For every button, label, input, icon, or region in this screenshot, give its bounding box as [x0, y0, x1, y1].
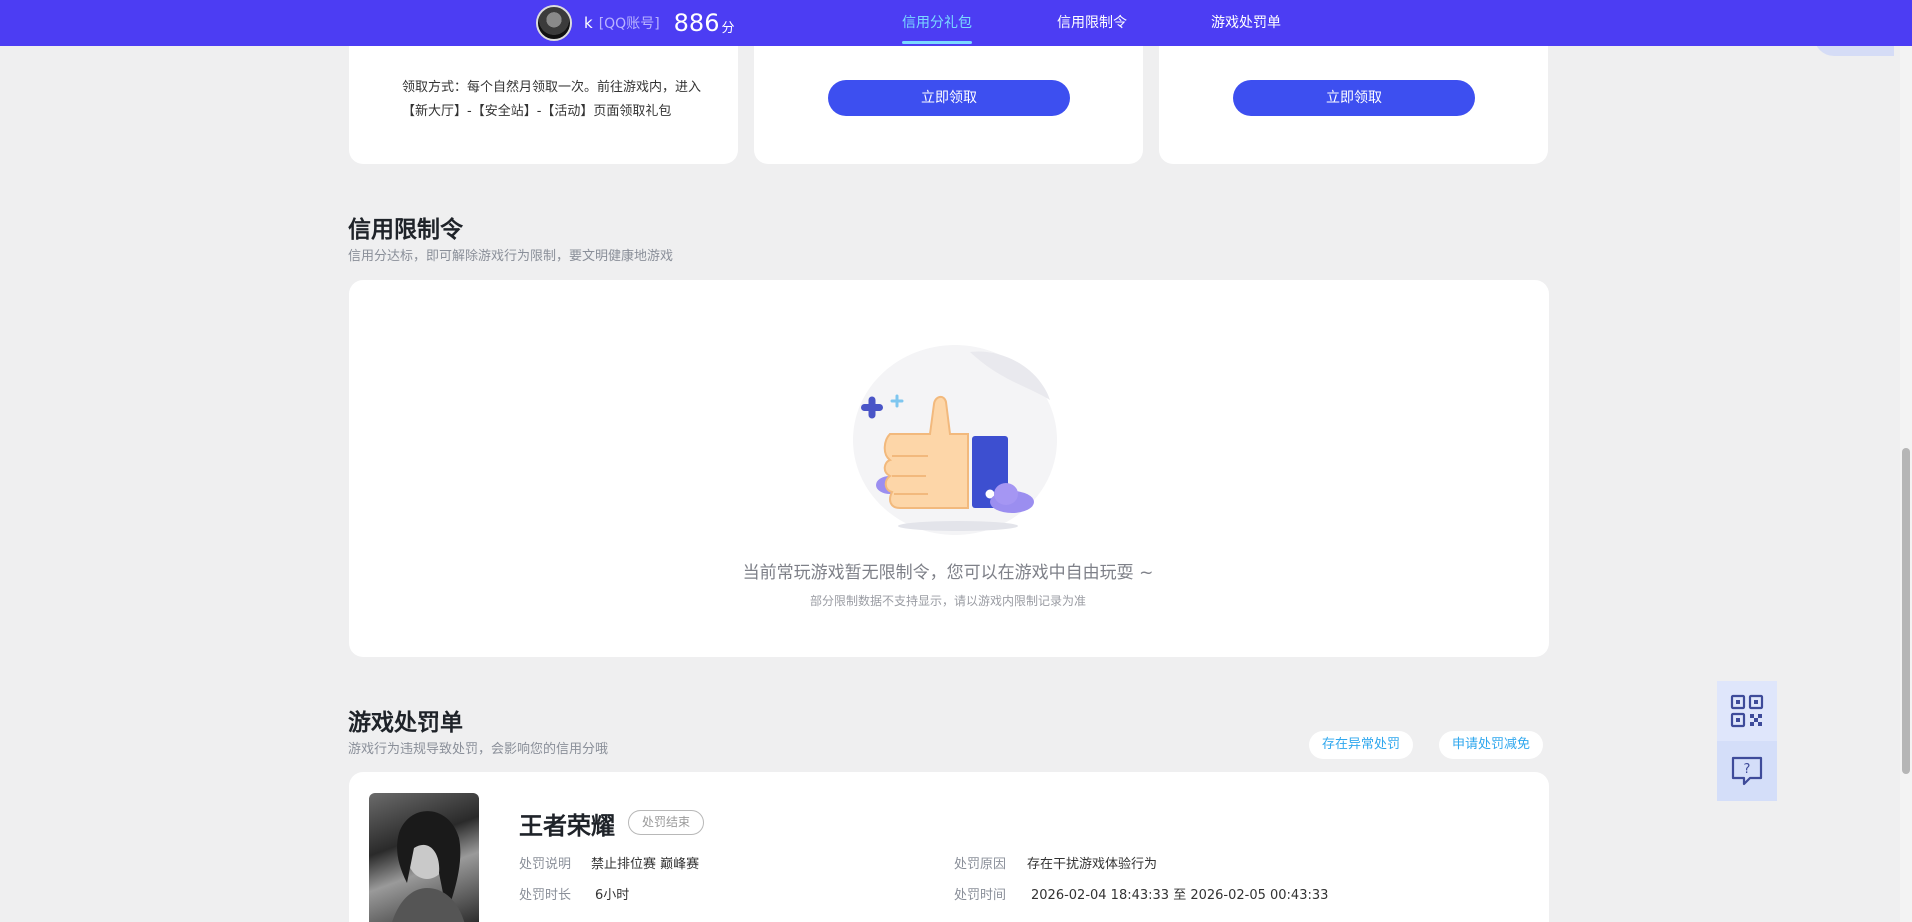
reason-value: 存在干扰游戏体验行为: [1027, 857, 1158, 872]
restriction-empty-message: 当前常玩游戏暂无限制令，您可以在游戏中自由玩耍 ~: [742, 563, 1154, 583]
restriction-empty-tip: 部分限制数据不支持显示，请以游戏内限制记录为准: [809, 594, 1086, 608]
thumbs-up-illustration: [853, 345, 1057, 535]
scrollbar-thumb[interactable]: [1902, 448, 1910, 774]
svg-text:?: ?: [1744, 762, 1751, 777]
gift-claim-instructions: 领取方式：每个自然月领取一次。前往游戏内，进入【新大厅】-【安全站】-【活动】页…: [402, 80, 702, 119]
duration-value: 6小时: [595, 888, 630, 903]
section-subtitle-punishment: 游戏行为违规导致处罚，会影响您的信用分哦: [348, 742, 609, 757]
qr-code-button[interactable]: [1717, 681, 1777, 741]
tab-game-punishment[interactable]: 游戏处罚单: [1211, 0, 1281, 46]
game-name: 王者荣耀: [519, 812, 615, 840]
desc-label: 处罚说明: [519, 857, 572, 872]
status-badge: 处罚结束: [628, 810, 705, 835]
tab-credit-restriction[interactable]: 信用限制令: [1057, 0, 1127, 46]
score-unit: 分: [721, 20, 735, 36]
game-cover-image: [369, 793, 479, 922]
avatar[interactable]: [536, 5, 572, 41]
section-subtitle-restriction: 信用分达标，即可解除游戏行为限制，要文明健康地游戏: [348, 249, 674, 264]
username: k: [584, 14, 593, 32]
section-title-restriction: 信用限制令: [348, 217, 463, 243]
time-value: 2026-02-04 18:43:33 至 2026-02-05 00:43:3…: [1031, 888, 1329, 903]
user-info: k [QQ账号] 886 分: [536, 5, 734, 41]
claim-button[interactable]: 立即领取: [1233, 80, 1475, 116]
time-label: 处罚时间: [954, 888, 1007, 903]
apply-reduction-button[interactable]: 申请处罚减免: [1439, 731, 1544, 759]
claim-button[interactable]: 立即领取: [828, 80, 1070, 116]
help-chat-icon: ?: [1731, 756, 1763, 786]
section-title-punishment: 游戏处罚单: [348, 710, 463, 736]
page-scrollbar[interactable]: [1900, 46, 1912, 922]
help-button[interactable]: ?: [1717, 741, 1777, 801]
report-abnormal-button[interactable]: 存在异常处罚: [1309, 731, 1414, 759]
duration-label: 处罚时长: [519, 888, 572, 903]
top-nav-bar: k [QQ账号] 886 分 信用分礼包 信用限制令 游戏处罚单: [0, 0, 1912, 46]
reason-label: 处罚原因: [954, 857, 1007, 872]
qr-code-icon: [1730, 694, 1764, 728]
tab-credit-gift[interactable]: 信用分礼包: [902, 0, 972, 46]
account-type: [QQ账号]: [598, 16, 660, 32]
desc-value: 禁止排位赛 巅峰赛: [591, 857, 700, 872]
credit-score: 886: [673, 9, 720, 37]
